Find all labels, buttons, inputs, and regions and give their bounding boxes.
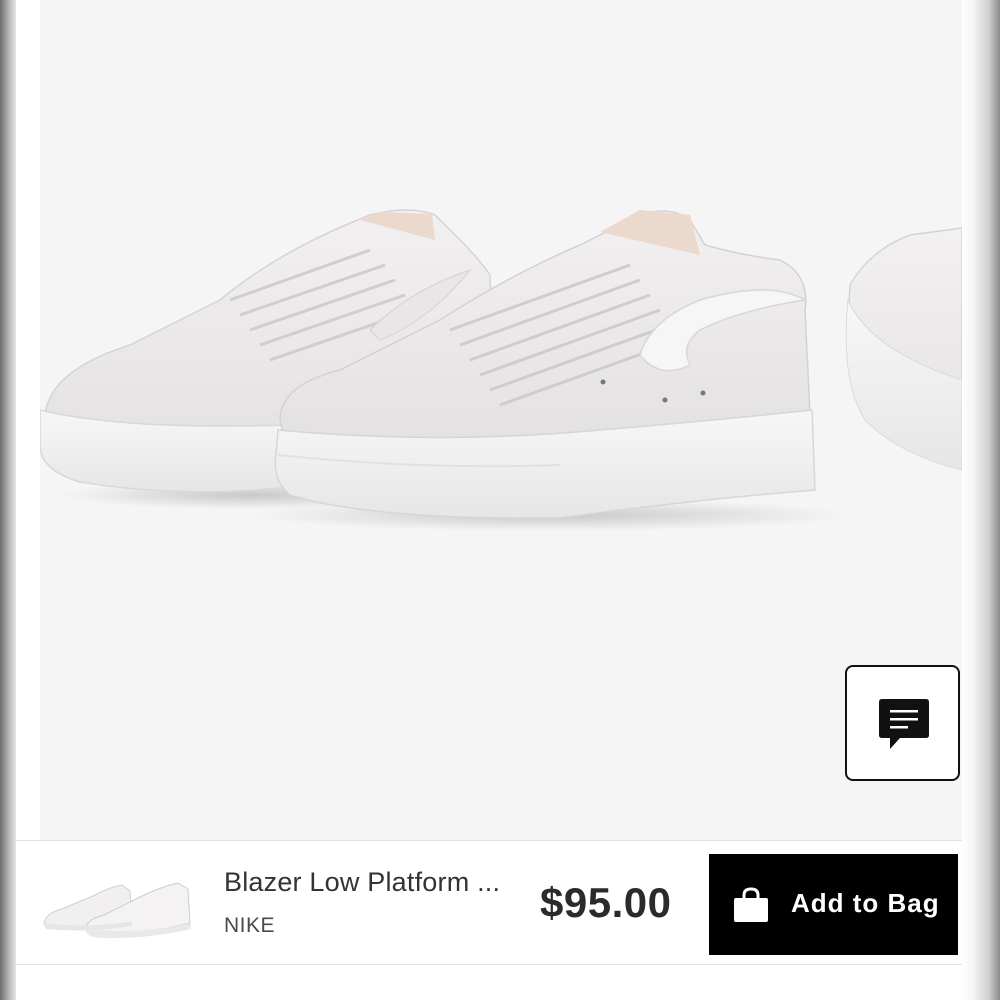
- product-price: $95.00: [540, 879, 672, 926]
- product-image: [40, 209, 962, 531]
- add-to-bag-label: Add to Bag: [791, 888, 940, 918]
- product-thumbnail[interactable]: [40, 865, 200, 940]
- product-page: Blazer Low Platform ... NIKE $95.00 Add …: [0, 0, 1000, 1000]
- product-name: Blazer Low Platform ...: [224, 867, 501, 897]
- chat-button[interactable]: [845, 665, 960, 781]
- product-brand: NIKE: [224, 914, 276, 937]
- product-image-gallery[interactable]: [40, 0, 962, 840]
- add-to-bag-button[interactable]: Add to Bag: [709, 854, 958, 955]
- below-bar-content: [16, 965, 962, 1000]
- shopping-bag-icon: [734, 887, 768, 922]
- chat-bubble-icon: [879, 699, 929, 749]
- left-edge-shadow: [0, 0, 16, 1000]
- sticky-purchase-bar: Blazer Low Platform ... NIKE $95.00 Add …: [16, 840, 962, 965]
- right-edge-shadow: [962, 0, 1000, 1000]
